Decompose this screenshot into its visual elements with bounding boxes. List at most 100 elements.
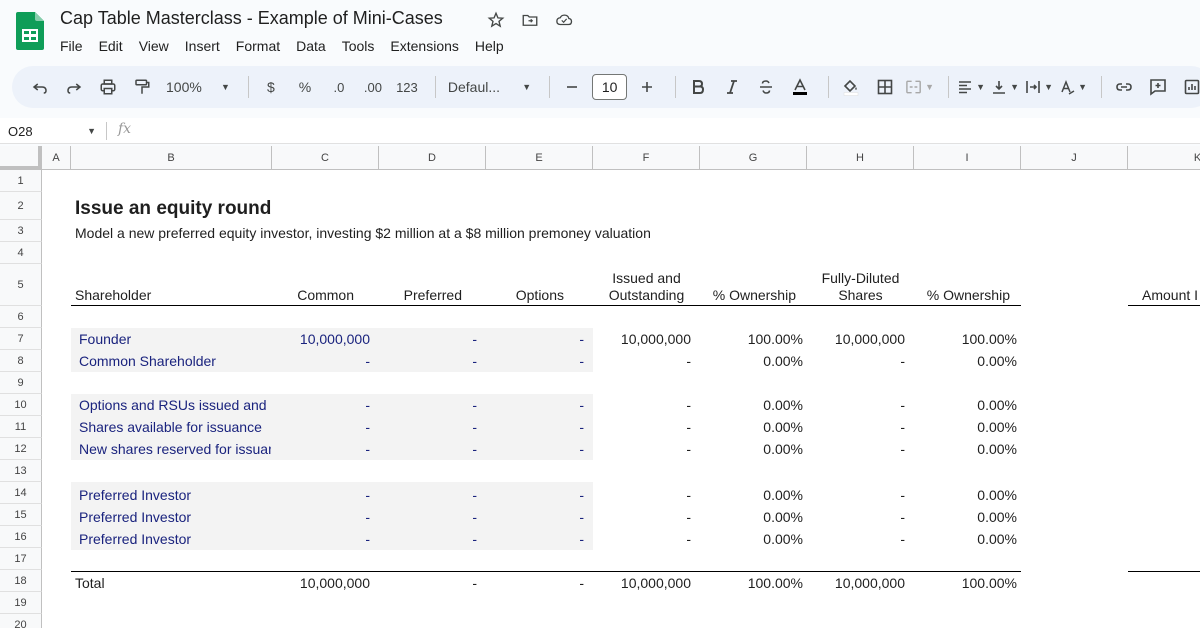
number-format-button[interactable]: 123 (393, 73, 421, 101)
row-shares-available-options[interactable]: - (486, 416, 584, 438)
row-shares-available-fd-ownership[interactable]: 0.00% (914, 416, 1017, 438)
row-header[interactable]: 10 (0, 394, 42, 416)
row-options-rsus-ownership[interactable]: 0.00% (700, 394, 803, 416)
cloud-status-icon[interactable] (554, 10, 574, 30)
row-common-shareholder-ownership[interactable]: 0.00% (700, 350, 803, 372)
menu-file[interactable]: File (52, 36, 91, 56)
row-shares-available-ownership[interactable]: 0.00% (700, 416, 803, 438)
row-shares-available-name[interactable]: Shares available for issuance (79, 416, 269, 438)
strikethrough-button[interactable] (752, 73, 780, 101)
row-header[interactable]: 19 (0, 592, 42, 614)
row-header[interactable]: 11 (0, 416, 42, 438)
row-options-rsus-issued[interactable]: - (593, 394, 691, 416)
horizontal-align-button[interactable]: ▼ (957, 73, 985, 101)
menu-help[interactable]: Help (467, 36, 512, 56)
font-size-decrease-button[interactable] (558, 73, 586, 101)
row-preferred-investor-fd-ownership[interactable]: 0.00% (914, 484, 1017, 506)
currency-format-button[interactable]: $ (257, 73, 285, 101)
insert-link-button[interactable] (1110, 73, 1138, 101)
header-common[interactable]: Common (272, 284, 354, 306)
row-preferred-investor-common[interactable]: - (272, 528, 370, 550)
row-shares-available-common[interactable]: - (272, 416, 370, 438)
undo-button[interactable] (26, 73, 54, 101)
row-preferred-investor-common[interactable]: - (272, 484, 370, 506)
row-new-shares-reserved-options[interactable]: - (486, 438, 584, 460)
name-box[interactable]: O28 ▼ (0, 118, 104, 144)
row-preferred-investor-issued[interactable]: - (593, 528, 691, 550)
row-preferred-investor-issued[interactable]: - (593, 506, 691, 528)
sheets-logo-icon[interactable] (16, 12, 44, 50)
row-preferred-investor-name[interactable]: Preferred Investor (79, 484, 269, 506)
row-header[interactable]: 14 (0, 482, 42, 504)
row-common-shareholder-options[interactable]: - (486, 350, 584, 372)
text-color-button[interactable] (786, 73, 814, 101)
row-common-shareholder-preferred[interactable]: - (379, 350, 477, 372)
row-options-rsus-fd-ownership[interactable]: 0.00% (914, 394, 1017, 416)
font-select[interactable]: Defaul... ▼ (444, 73, 535, 101)
row-options-rsus-name[interactable]: Options and RSUs issued and (79, 394, 269, 416)
column-header-j[interactable]: J (1021, 146, 1128, 170)
sheet-subtitle[interactable]: Model a new preferred equity investor, i… (75, 223, 651, 243)
row-new-shares-reserved-issued[interactable]: - (593, 438, 691, 460)
row-preferred-investor-preferred[interactable]: - (379, 484, 477, 506)
total-label[interactable]: Total (75, 572, 265, 594)
row-header[interactable]: 8 (0, 350, 42, 372)
row-preferred-investor-common[interactable]: - (272, 506, 370, 528)
row-preferred-investor-options[interactable]: - (486, 506, 584, 528)
insert-comment-button[interactable] (1144, 73, 1172, 101)
row-header[interactable]: 20 (0, 614, 42, 628)
column-header-a[interactable]: A (42, 146, 71, 170)
total-preferred[interactable]: - (379, 572, 477, 594)
row-founder-ownership[interactable]: 100.00% (700, 328, 803, 350)
row-shares-available-fd-shares[interactable]: - (807, 416, 905, 438)
sheet-grid[interactable]: A B C D E F G H I J K 1 2 3 4 5 6 7 8 9 … (0, 146, 1200, 628)
row-preferred-investor-fd-shares[interactable]: - (807, 528, 905, 550)
sheet-title[interactable]: Issue an equity round (75, 197, 271, 221)
row-founder-common[interactable]: 10,000,000 (272, 328, 370, 350)
row-preferred-investor-name[interactable]: Preferred Investor (79, 528, 269, 550)
menu-data[interactable]: Data (288, 36, 334, 56)
document-title[interactable]: Cap Table Masterclass - Example of Mini-… (60, 8, 443, 29)
header-fd-ownership[interactable]: % Ownership (914, 284, 1010, 306)
menu-format[interactable]: Format (228, 36, 288, 56)
font-size-input[interactable]: 10 (592, 74, 628, 100)
row-header[interactable]: 6 (0, 306, 42, 328)
row-options-rsus-common[interactable]: - (272, 394, 370, 416)
menu-view[interactable]: View (131, 36, 177, 56)
row-new-shares-reserved-name[interactable]: New shares reserved for issuance (79, 438, 271, 460)
row-founder-fd-ownership[interactable]: 100.00% (914, 328, 1017, 350)
row-header[interactable]: 17 (0, 548, 42, 570)
print-button[interactable] (94, 73, 122, 101)
total-ownership[interactable]: 100.00% (700, 572, 803, 594)
row-preferred-investor-fd-shares[interactable]: - (807, 484, 905, 506)
row-header[interactable]: 1 (0, 170, 42, 192)
text-wrapping-button[interactable]: ▼ (1025, 73, 1053, 101)
move-folder-icon[interactable] (520, 10, 540, 30)
row-founder-issued[interactable]: 10,000,000 (593, 328, 691, 350)
row-new-shares-reserved-ownership[interactable]: 0.00% (700, 438, 803, 460)
row-preferred-investor-ownership[interactable]: 0.00% (700, 528, 803, 550)
row-options-rsus-options[interactable]: - (486, 394, 584, 416)
row-new-shares-reserved-fd-shares[interactable]: - (807, 438, 905, 460)
row-preferred-investor-fd-ownership[interactable]: 0.00% (914, 506, 1017, 528)
column-header-i[interactable]: I (914, 146, 1021, 170)
row-shares-available-preferred[interactable]: - (379, 416, 477, 438)
italic-button[interactable] (718, 73, 746, 101)
row-new-shares-reserved-common[interactable]: - (272, 438, 370, 460)
total-options[interactable]: - (486, 572, 584, 594)
decrease-decimal-button[interactable]: .0 (325, 73, 353, 101)
borders-button[interactable] (871, 73, 899, 101)
menu-extensions[interactable]: Extensions (382, 36, 466, 56)
total-fd-ownership[interactable]: 100.00% (914, 572, 1017, 594)
row-new-shares-reserved-fd-ownership[interactable]: 0.00% (914, 438, 1017, 460)
header-shareholder[interactable]: Shareholder (75, 284, 265, 306)
row-preferred-investor-ownership[interactable]: 0.00% (700, 506, 803, 528)
bold-button[interactable] (684, 73, 712, 101)
font-size-increase-button[interactable] (633, 73, 661, 101)
row-header[interactable]: 2 (0, 192, 42, 220)
row-header[interactable]: 18 (0, 570, 42, 592)
row-header[interactable]: 9 (0, 372, 42, 394)
row-common-shareholder-fd-shares[interactable]: - (807, 350, 905, 372)
text-rotation-button[interactable]: ▼ (1059, 73, 1087, 101)
merge-cells-button[interactable]: ▼ (905, 73, 934, 101)
